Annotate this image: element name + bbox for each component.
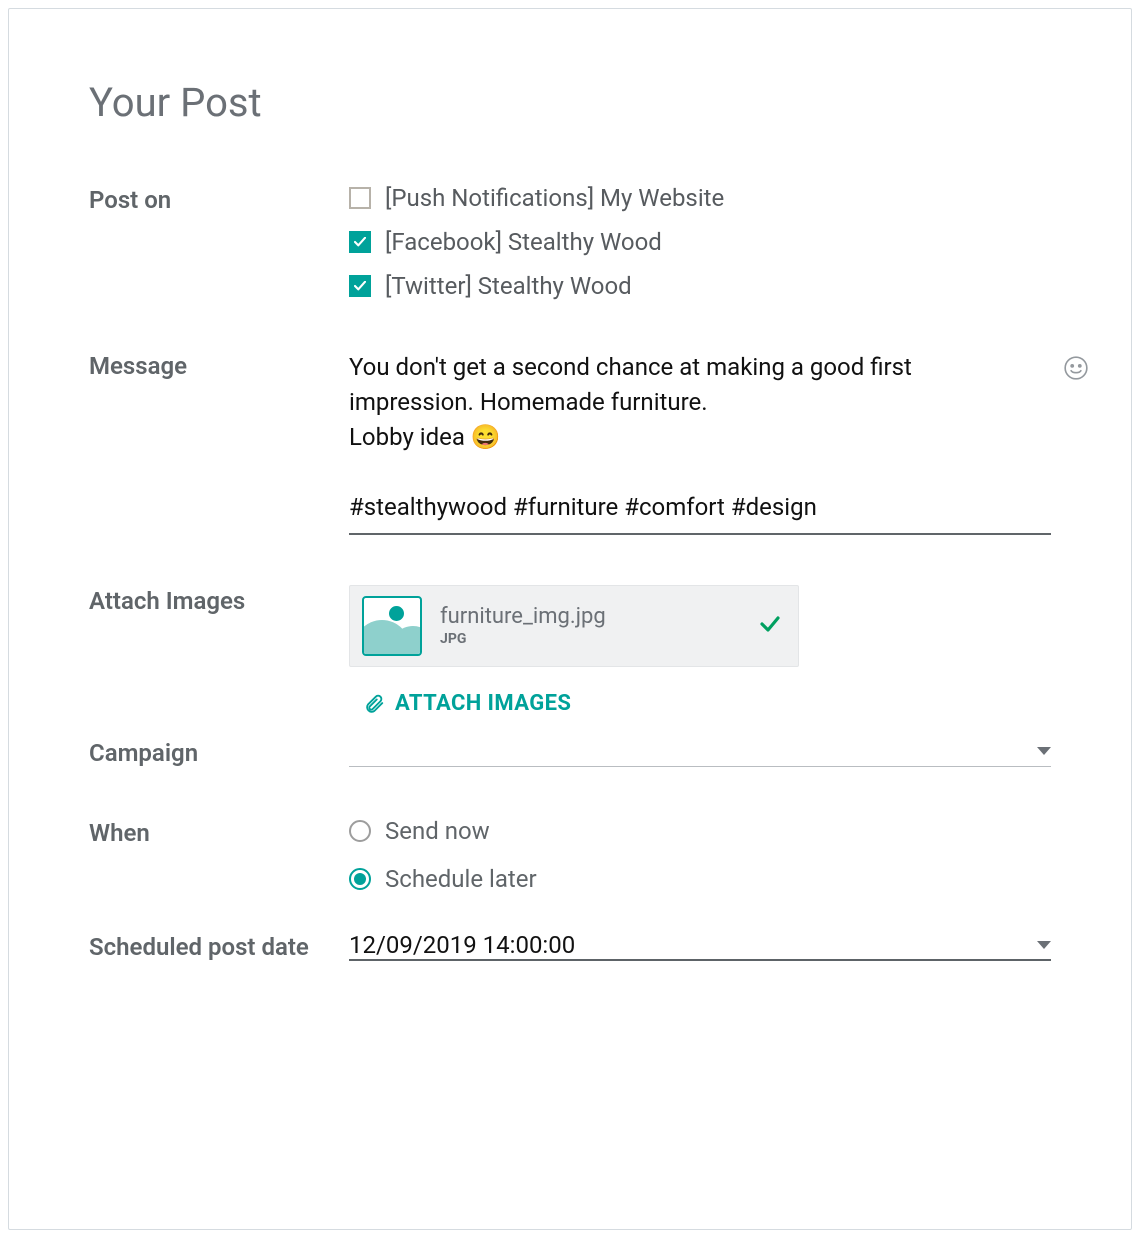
smile-icon — [1063, 355, 1089, 381]
radio-label: Schedule later — [385, 865, 537, 893]
chevron-down-icon — [1037, 941, 1051, 949]
post-form-panel: Your Post Post on [Push Notifications] M… — [8, 8, 1132, 1230]
when-option-schedule-later[interactable]: Schedule later — [349, 865, 1051, 893]
campaign-select[interactable] — [349, 737, 1051, 767]
row-campaign: Campaign — [89, 737, 1051, 767]
label-attach-images: Attach Images — [89, 585, 349, 615]
checkbox-icon[interactable] — [349, 187, 371, 209]
attachment-ext: JPG — [440, 631, 740, 647]
channel-option-facebook[interactable]: [Facebook] Stealthy Wood — [349, 228, 1051, 256]
checkbox-icon[interactable] — [349, 275, 371, 297]
message-input[interactable]: You don't get a second chance at making … — [349, 350, 1051, 535]
channel-label: [Twitter] Stealthy Wood — [385, 272, 632, 300]
check-icon — [758, 612, 782, 636]
check-icon — [354, 281, 366, 291]
checkbox-icon[interactable] — [349, 231, 371, 253]
attachment-thumbnail — [362, 596, 422, 656]
row-message: Message You don't get a second chance at… — [89, 350, 1051, 535]
label-when: When — [89, 817, 349, 847]
attachment-card[interactable]: furniture_img.jpg JPG — [349, 585, 799, 667]
radio-icon[interactable] — [349, 820, 371, 842]
attach-images-label: ATTACH IMAGES — [395, 691, 571, 716]
row-post-on: Post on [Push Notifications] My Website … — [89, 184, 1051, 300]
chevron-down-icon — [1037, 747, 1051, 755]
channel-label: [Push Notifications] My Website — [385, 184, 724, 212]
paperclip-icon — [363, 693, 385, 715]
emoji-picker-button[interactable] — [1063, 355, 1089, 381]
check-icon — [354, 237, 366, 247]
attachment-filename: furniture_img.jpg — [440, 605, 740, 629]
attach-images-button[interactable]: ATTACH IMAGES — [349, 691, 571, 716]
row-when: When Send now Schedule later — [89, 817, 1051, 913]
channel-option-twitter[interactable]: [Twitter] Stealthy Wood — [349, 272, 1051, 300]
when-option-send-now[interactable]: Send now — [349, 817, 1051, 845]
radio-icon[interactable] — [349, 868, 371, 890]
channel-label: [Facebook] Stealthy Wood — [385, 228, 662, 256]
scheduled-date-input[interactable]: 12/09/2019 14:00:00 — [349, 931, 1051, 961]
scheduled-date-value: 12/09/2019 14:00:00 — [349, 931, 575, 959]
attachment-status — [758, 612, 782, 640]
label-post-on: Post on — [89, 184, 349, 214]
label-campaign: Campaign — [89, 737, 349, 767]
label-scheduled-date: Scheduled post date — [89, 931, 349, 961]
channel-option-push[interactable]: [Push Notifications] My Website — [349, 184, 1051, 212]
label-message: Message — [89, 350, 349, 380]
row-scheduled-date: Scheduled post date 12/09/2019 14:00:00 — [89, 931, 1051, 961]
row-attach-images: Attach Images furniture_img.jpg JPG ATTA… — [89, 585, 1051, 719]
radio-label: Send now — [385, 817, 490, 845]
page-title: Your Post — [89, 79, 1051, 126]
